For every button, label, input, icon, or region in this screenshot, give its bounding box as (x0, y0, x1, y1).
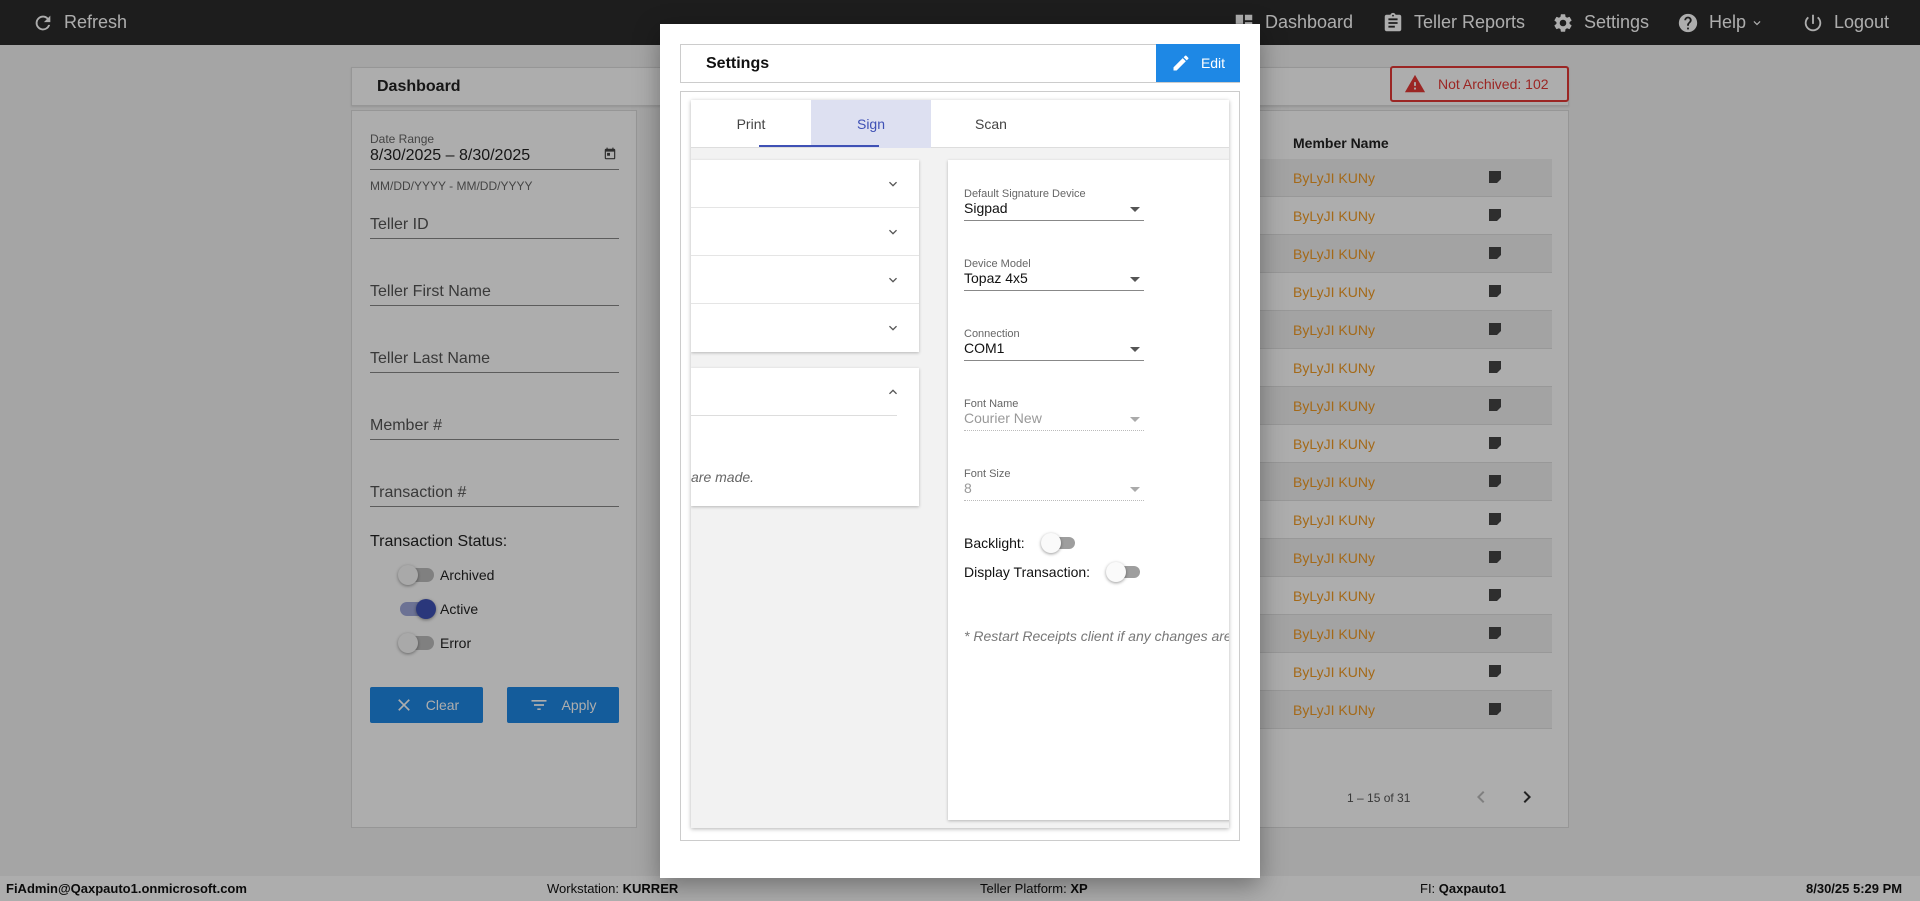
dialog-header: Settings Edit (680, 44, 1240, 83)
sign-settings-panel: Default Signature Device Sigpad Device M… (948, 160, 1229, 820)
display-transaction-label: Display Transaction: (964, 564, 1091, 580)
dialog-body: Print Sign Scan are made. Default Signat… (680, 91, 1240, 841)
device-model-label: Device Model (964, 258, 1031, 270)
tab-sign[interactable]: Sign (811, 100, 931, 148)
accordion-item[interactable] (691, 304, 919, 352)
tab-scan[interactable]: Scan (931, 100, 1051, 148)
settings-tabs: Print Sign Scan (691, 100, 1229, 148)
accordion-item[interactable] (691, 208, 919, 256)
chevron-down-icon (889, 181, 897, 187)
toggle-switch[interactable] (1106, 562, 1141, 582)
chevron-down-icon (889, 325, 897, 331)
toggle-switch[interactable] (1040, 533, 1075, 553)
default-signature-device-value: Sigpad (964, 200, 1144, 221)
settings-dialog: Settings Edit Print Sign Scan are made. … (660, 24, 1260, 878)
font-size-label: Font Size (964, 468, 1011, 480)
tab-indicator (759, 145, 879, 147)
chevron-up-icon (889, 389, 897, 395)
pencil-icon (1173, 55, 1189, 71)
font-size-select: Font Size 8 (964, 468, 1144, 501)
print-accordion (691, 160, 919, 352)
sign-restart-note: * Restart Receipts client if any changes… (964, 628, 1229, 644)
default-signature-device-select[interactable]: Default Signature Device Sigpad (964, 188, 1144, 221)
device-model-value: Topaz 4x5 (964, 270, 1144, 291)
backlight-toggle[interactable]: Backlight: (964, 533, 1075, 553)
chevron-down-icon (889, 229, 897, 235)
font-name-value: Courier New (964, 410, 1144, 431)
tab-print[interactable]: Print (691, 100, 811, 148)
connection-value: COM1 (964, 340, 1144, 361)
print-expanded-section: are made. (691, 368, 919, 506)
chevron-down-icon (889, 277, 897, 283)
accordion-item[interactable] (691, 160, 919, 208)
settings-card: Print Sign Scan are made. Default Signat… (691, 100, 1229, 828)
accordion-item[interactable] (691, 256, 919, 304)
backlight-label: Backlight: (964, 535, 1025, 551)
edit-button[interactable]: Edit (1156, 44, 1240, 82)
edit-label: Edit (1200, 55, 1226, 71)
connection-select[interactable]: Connection COM1 (964, 328, 1144, 361)
font-name-label: Font Name (964, 398, 1019, 410)
device-model-select[interactable]: Device Model Topaz 4x5 (964, 258, 1144, 291)
print-restart-note: are made. (691, 469, 755, 485)
font-name-select: Font Name Courier New (964, 398, 1144, 431)
default-signature-device-label: Default Signature Device (964, 188, 1086, 200)
dialog-title: Settings (706, 55, 770, 72)
connection-label: Connection (964, 328, 1020, 340)
accordion-item-expanded[interactable] (691, 368, 897, 416)
display-transaction-toggle[interactable]: Display Transaction: (964, 562, 1141, 582)
font-size-value: 8 (964, 480, 1144, 501)
